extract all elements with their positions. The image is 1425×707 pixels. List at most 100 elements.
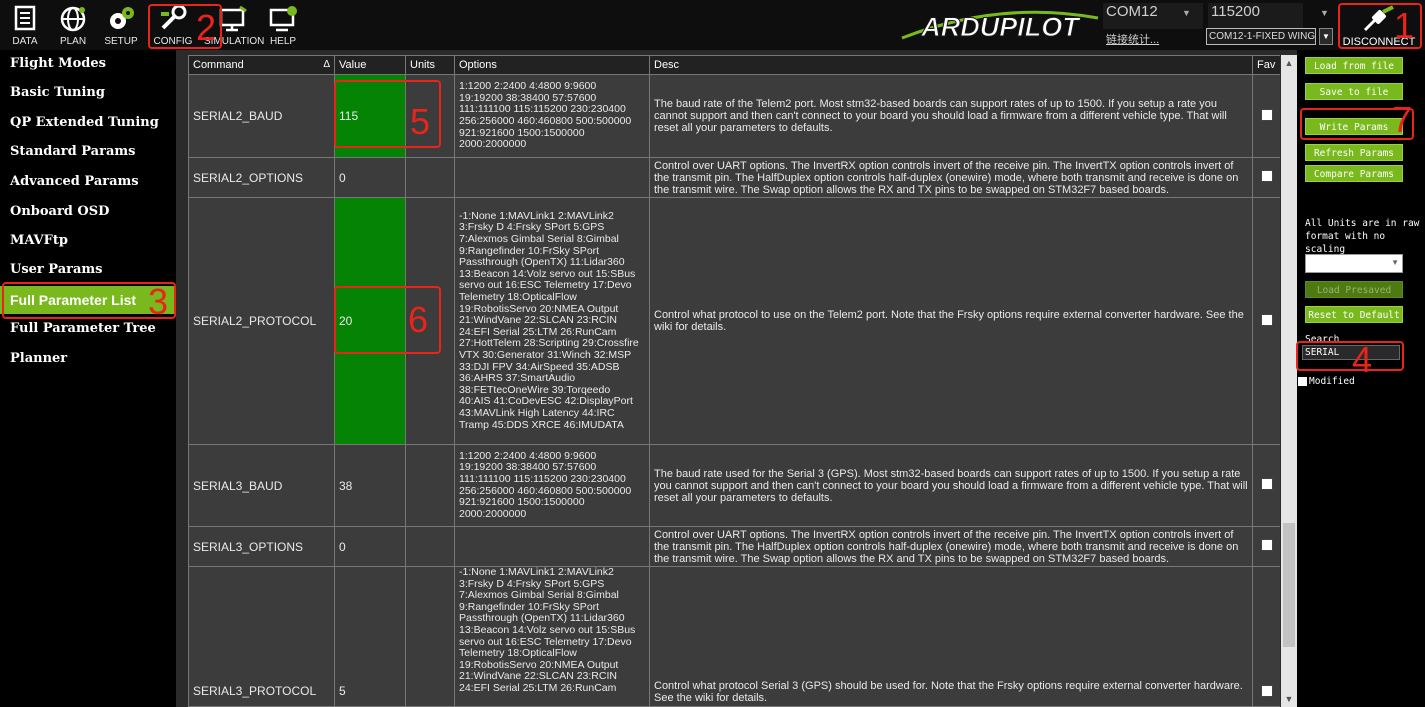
param-options-cell bbox=[454, 526, 650, 567]
nav-basic-tuning[interactable]: Basic Tuning bbox=[0, 79, 176, 107]
presaved-select[interactable]: ▼ bbox=[1305, 254, 1403, 273]
param-desc-cell: The baud rate used for the Serial 3 (GPS… bbox=[649, 444, 1253, 527]
nav-standard-params[interactable]: Standard Params bbox=[0, 138, 176, 166]
save-to-file-button[interactable]: Save to file bbox=[1305, 83, 1403, 100]
param-name-cell[interactable]: SERIAL2_PROTOCOL bbox=[188, 197, 335, 445]
column-header-desc[interactable]: Desc bbox=[649, 55, 1253, 75]
modified-checkbox-box[interactable] bbox=[1298, 377, 1307, 386]
baud-rate-value: 115200 bbox=[1211, 3, 1260, 20]
toolbar-setup-label: SETUP bbox=[104, 36, 138, 47]
scrollbar-thumb[interactable] bbox=[1283, 523, 1295, 647]
help-icon bbox=[269, 6, 297, 32]
param-desc-cell: The baud rate of the Telem2 port. Most s… bbox=[649, 74, 1253, 158]
grid-vertical-scrollbar[interactable]: ▲ ▼ bbox=[1281, 55, 1297, 707]
refresh-params-button[interactable]: Refresh Params bbox=[1305, 144, 1403, 161]
nav-flight-modes[interactable]: Flight Modes bbox=[0, 50, 176, 78]
favorite-checkbox[interactable] bbox=[1260, 313, 1273, 326]
setup-icon bbox=[110, 7, 134, 29]
param-value-cell[interactable]: 0 bbox=[334, 157, 406, 198]
nav-mavftp[interactable]: MAVFtp bbox=[0, 227, 176, 255]
param-name-cell[interactable]: SERIAL2_OPTIONS bbox=[188, 157, 335, 198]
annotation-number-2: 2 bbox=[196, 7, 217, 48]
nav-advanced-params[interactable]: Advanced Params bbox=[0, 168, 176, 196]
param-options-cell: -1:None 1:MAVLink1 2:MAVLink2 3:Frsky D … bbox=[454, 197, 650, 445]
nav-user-params[interactable]: User Params bbox=[0, 256, 176, 284]
param-units-cell bbox=[405, 157, 455, 198]
globe-icon bbox=[60, 6, 86, 32]
column-header-units[interactable]: Units bbox=[405, 55, 455, 75]
svg-text:ARDUPILOT: ARDUPILOT bbox=[920, 12, 1081, 42]
param-name-cell[interactable]: SERIAL3_BAUD bbox=[188, 444, 335, 527]
param-fav-cell[interactable] bbox=[1252, 526, 1280, 567]
param-fav-cell[interactable] bbox=[1252, 157, 1280, 198]
param-desc-cell: Control what protocol Serial 3 (GPS) sho… bbox=[649, 566, 1253, 707]
column-header-command[interactable]: Command Δ bbox=[188, 55, 335, 75]
param-options-cell: -1:None 1:MAVLink1 2:MAVLink2 3:Frsky D … bbox=[454, 566, 650, 707]
table-row: SERIAL3_OPTIONS 0 Control over UART opti… bbox=[188, 526, 1280, 567]
annotation-number-7: 7 bbox=[1392, 99, 1413, 140]
annotation-box-4 bbox=[1296, 341, 1404, 371]
chevron-down-icon: ▼ bbox=[1391, 258, 1399, 267]
param-value-cell[interactable]: 38 bbox=[334, 444, 406, 527]
vehicle-select[interactable]: COM12-1-FIXED WING bbox=[1206, 28, 1316, 45]
nav-planner[interactable]: Planner bbox=[0, 345, 176, 373]
link-stats-link[interactable]: 链接统计... bbox=[1106, 31, 1159, 47]
modified-checkbox[interactable]: Modified bbox=[1298, 376, 1355, 387]
param-fav-cell[interactable] bbox=[1252, 444, 1280, 527]
param-options-cell: 1:1200 2:2400 4:4800 9:9600 19:19200 38:… bbox=[454, 74, 650, 158]
param-options-cell: 1:1200 2:2400 4:4800 9:9600 19:19200 38:… bbox=[454, 444, 650, 527]
scroll-up-icon[interactable]: ▲ bbox=[1281, 55, 1297, 71]
param-desc-cell: Control what protocol to use on the Tele… bbox=[649, 197, 1253, 445]
table-row: SERIAL2_OPTIONS 0 Control over UART opti… bbox=[188, 157, 1280, 198]
param-units-cell bbox=[405, 526, 455, 567]
param-value-cell[interactable]: 5 bbox=[334, 566, 406, 707]
param-name-cell[interactable]: SERIAL3_OPTIONS bbox=[188, 526, 335, 567]
favorite-checkbox[interactable] bbox=[1260, 478, 1273, 490]
param-units-cell bbox=[405, 566, 455, 707]
param-options-cell bbox=[454, 157, 650, 198]
modified-label: Modified bbox=[1309, 376, 1355, 387]
toolbar-help-label: HELP bbox=[269, 36, 297, 47]
nav-qp-extended-tuning[interactable]: QP Extended Tuning bbox=[0, 109, 176, 137]
favorite-checkbox[interactable] bbox=[1260, 539, 1273, 551]
param-fav-cell[interactable] bbox=[1252, 566, 1280, 707]
toolbar-plan-button[interactable]: PLAN bbox=[50, 2, 96, 48]
data-icon bbox=[14, 5, 36, 31]
units-note: All Units are in raw format with no scal… bbox=[1305, 218, 1420, 255]
column-header-fav[interactable]: Fav bbox=[1252, 55, 1280, 75]
param-value-cell[interactable]: 0 bbox=[334, 526, 406, 567]
column-header-options[interactable]: Options bbox=[454, 55, 650, 75]
favorite-checkbox[interactable] bbox=[1260, 108, 1273, 121]
com-port-value: COM12 bbox=[1106, 3, 1158, 20]
load-from-file-button[interactable]: Load from file bbox=[1305, 57, 1403, 74]
load-presaved-button[interactable]: Load Presaved bbox=[1305, 281, 1403, 298]
sort-indicator-icon: Δ bbox=[323, 59, 330, 70]
config-sidebar: Flight Modes Basic Tuning QP Extended Tu… bbox=[0, 50, 176, 707]
param-desc-cell: Control over UART options. The InvertRX … bbox=[649, 526, 1253, 567]
compare-params-button[interactable]: Compare Params bbox=[1305, 165, 1403, 182]
column-header-value[interactable]: Value bbox=[334, 55, 406, 75]
param-fav-cell[interactable] bbox=[1252, 74, 1280, 158]
param-desc-cell: Control over UART options. The InvertRX … bbox=[649, 157, 1253, 198]
baud-rate-select[interactable]: 115200 bbox=[1208, 3, 1303, 29]
param-name-cell[interactable]: SERIAL2_BAUD bbox=[188, 74, 335, 158]
favorite-checkbox[interactable] bbox=[1260, 170, 1273, 182]
baud-rate-arrow-icon[interactable]: ▼ bbox=[1320, 8, 1329, 18]
toolbar-help-button[interactable]: HELP bbox=[260, 2, 306, 48]
reset-to-default-button[interactable]: Reset to Default bbox=[1305, 306, 1403, 323]
toolbar-setup-button[interactable]: SETUP bbox=[98, 2, 144, 48]
table-row: SERIAL3_PROTOCOL 5 -1:None 1:MAVLink1 2:… bbox=[188, 566, 1280, 707]
param-units-cell bbox=[405, 444, 455, 527]
param-name-cell[interactable]: SERIAL3_PROTOCOL bbox=[188, 566, 335, 707]
annotation-number-3: 3 bbox=[148, 281, 169, 322]
parameter-grid: Command Δ Value Units Options Desc Fav SE… bbox=[188, 55, 1280, 707]
annotation-number-1: 1 bbox=[1394, 5, 1415, 46]
favorite-checkbox[interactable] bbox=[1260, 685, 1273, 697]
simulation-icon bbox=[219, 5, 247, 32]
param-fav-cell[interactable] bbox=[1252, 197, 1280, 445]
nav-onboard-osd[interactable]: Onboard OSD bbox=[0, 198, 176, 226]
table-row: SERIAL3_BAUD 38 1:1200 2:2400 4:4800 9:9… bbox=[188, 444, 1280, 527]
com-port-arrow-icon[interactable]: ▼ bbox=[1182, 8, 1191, 18]
toolbar-data-button[interactable]: DATA bbox=[2, 2, 48, 48]
scroll-down-icon[interactable]: ▼ bbox=[1281, 691, 1297, 707]
